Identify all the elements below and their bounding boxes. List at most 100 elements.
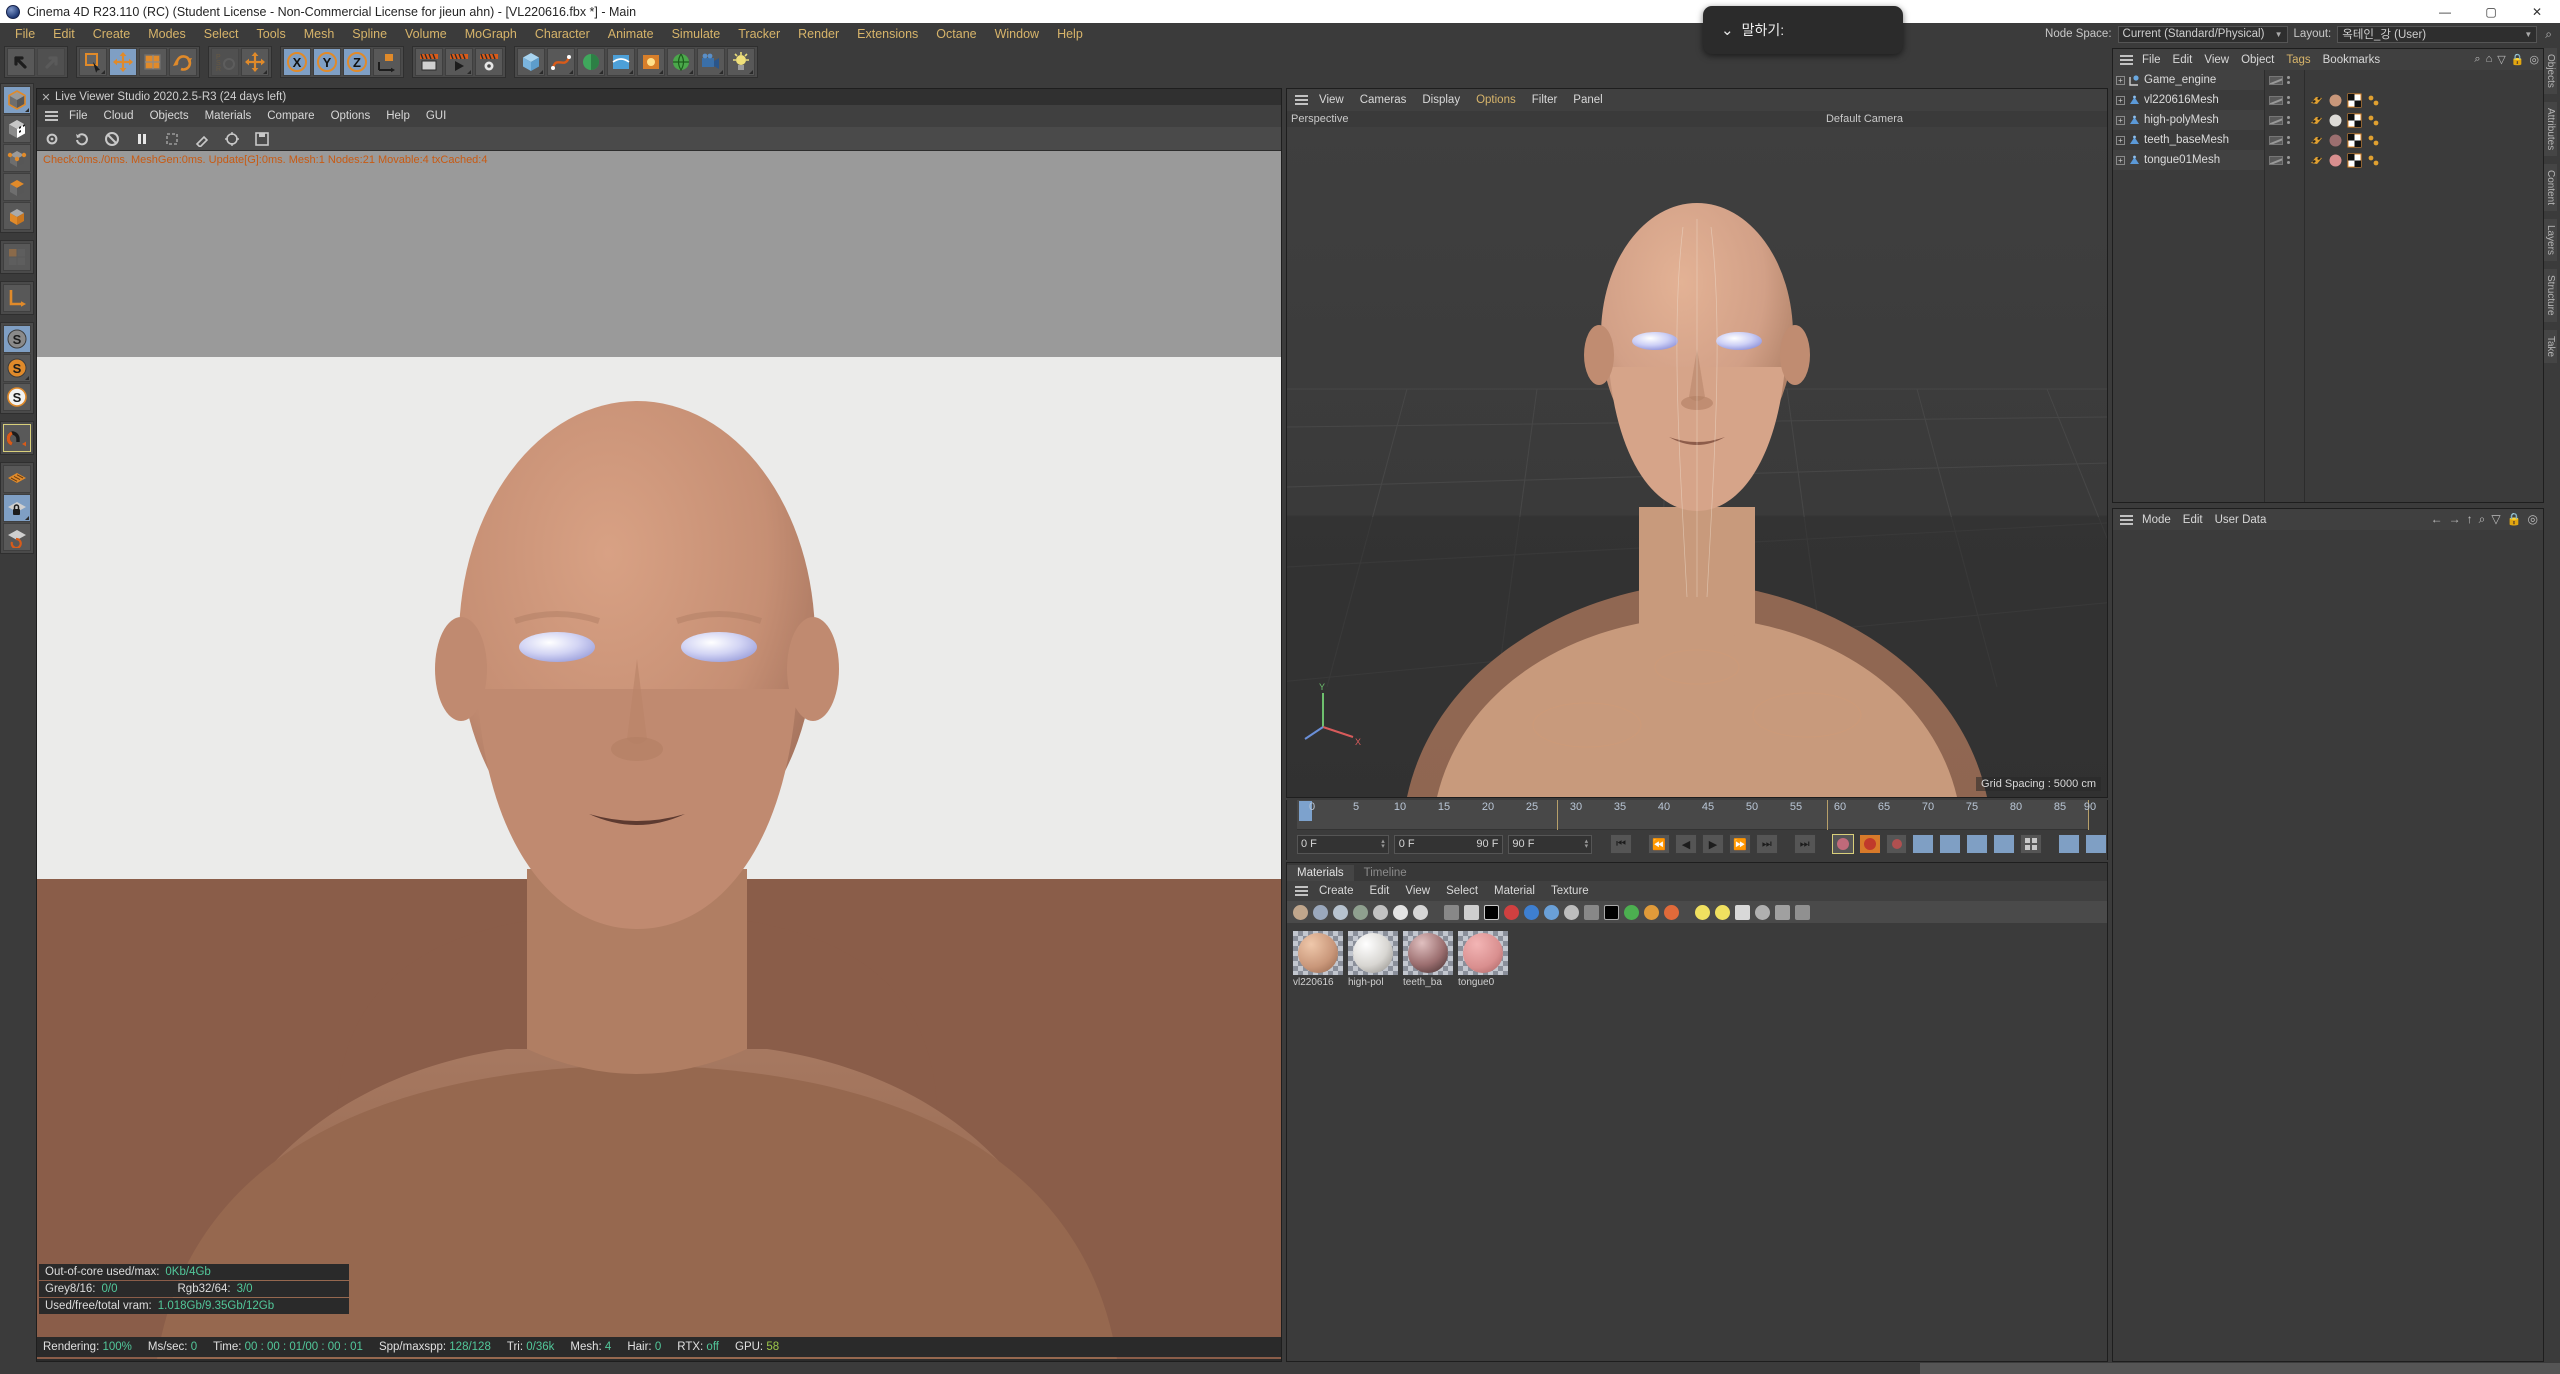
lock-icon[interactable]: 🔒 <box>2511 53 2525 66</box>
go-to-end-button[interactable]: ⏭ <box>1793 834 1816 854</box>
attributes-menu-user-data[interactable]: User Data <box>2209 512 2273 528</box>
hamburger-menu-icon[interactable] <box>41 108 61 124</box>
lock-y-axis-button[interactable]: Y <box>313 48 341 76</box>
workplane-rotate-button[interactable] <box>3 523 31 551</box>
key-param-button[interactable] <box>1966 834 1989 854</box>
object-row-teeth-basemesh[interactable]: + teeth_baseMesh <box>2113 130 2264 150</box>
target-icon[interactable]: ◎ <box>2529 53 2539 66</box>
add-deformer-button[interactable] <box>607 48 635 76</box>
lock-z-axis-button[interactable]: Z <box>343 48 371 76</box>
render-view-button[interactable] <box>415 48 443 76</box>
select-animation-button[interactable] <box>2058 834 2081 854</box>
redo-button[interactable] <box>37 48 65 76</box>
save-image-icon[interactable] <box>253 130 271 148</box>
menu-item-help[interactable]: Help <box>1048 25 1092 43</box>
rotate-tool-button[interactable] <box>169 48 197 76</box>
octane-portal-material-icon[interactable] <box>1373 904 1388 920</box>
expand-icon[interactable]: + <box>2116 115 2125 125</box>
layout-dropdown[interactable]: 옥테인_강 (User) ▼ <box>2337 25 2538 43</box>
menu-item-animate[interactable]: Animate <box>599 25 663 43</box>
record-keyframe-button[interactable] <box>1831 834 1854 854</box>
live-viewer-render-output[interactable] <box>37 169 1281 1359</box>
hamburger-menu-icon[interactable] <box>1291 883 1311 899</box>
menu-item-select[interactable]: Select <box>195 25 248 43</box>
texture-tag-icon[interactable] <box>2347 153 2362 168</box>
tag-row[interactable] <box>2305 90 2543 110</box>
om-menu-bookmarks[interactable]: Bookmarks <box>2317 52 2387 68</box>
tag-row[interactable] <box>2305 110 2543 130</box>
tab-materials[interactable]: Materials <box>1287 865 1354 881</box>
viewport-menu-cameras[interactable]: Cameras <box>1352 92 1415 108</box>
octane-toon-material-icon[interactable] <box>1393 904 1408 920</box>
speech-recognition-overlay[interactable]: ⌄ 말하기: <box>1703 6 1903 54</box>
right-tab-content[interactable]: Content <box>2544 164 2557 212</box>
uv-mode-button[interactable] <box>3 243 31 271</box>
key-pla-button[interactable] <box>1993 834 2016 854</box>
object-row-game-engine[interactable]: + Game_engine <box>2113 70 2264 90</box>
go-to-start-button[interactable]: ⏮ <box>1610 834 1633 854</box>
timeline-mode-button[interactable] <box>2085 834 2108 854</box>
texture-tag-icon[interactable] <box>2347 133 2362 148</box>
material-item[interactable]: high-pol <box>1348 931 1398 988</box>
chevron-down-icon[interactable]: ⌄ <box>1721 21 1734 39</box>
point-tag-icon[interactable] <box>2366 153 2381 168</box>
material-tag-icon[interactable] <box>2328 93 2343 108</box>
uv-tag-icon[interactable] <box>2309 93 2324 108</box>
add-camera-button[interactable] <box>697 48 725 76</box>
viewport-canvas[interactable]: X Y Grid Spacing : 5000 cm <box>1287 127 2107 797</box>
psr-button[interactable]: PSR <box>211 48 239 76</box>
materials-menu-edit[interactable]: Edit <box>1362 883 1398 899</box>
edge-mode-button[interactable] <box>3 173 31 201</box>
stop-render-icon[interactable] <box>103 130 121 148</box>
octane-daylight-icon[interactable] <box>1644 904 1659 920</box>
octane-metal-material-icon[interactable] <box>1413 904 1428 920</box>
settings-gear-icon[interactable] <box>43 130 61 148</box>
menu-item-window[interactable]: Window <box>986 25 1048 43</box>
maximize-button[interactable]: ▢ <box>2468 0 2514 23</box>
lv-menu-help[interactable]: Help <box>378 108 418 124</box>
model-mode-button[interactable] <box>3 86 31 114</box>
viewport-menu-filter[interactable]: Filter <box>1524 92 1566 108</box>
object-row-vl220616mesh[interactable]: + vl220616Mesh <box>2113 90 2264 110</box>
search-icon[interactable]: ⌕ <box>2543 27 2554 42</box>
add-scene-button[interactable] <box>637 48 665 76</box>
expand-icon[interactable]: + <box>2116 155 2125 165</box>
add-light-button[interactable] <box>727 48 755 76</box>
uv-tag-icon[interactable] <box>2309 133 2324 148</box>
search-icon[interactable]: ⌕ <box>2479 512 2486 527</box>
om-menu-file[interactable]: File <box>2136 52 2167 68</box>
hamburger-menu-icon[interactable] <box>2116 52 2136 68</box>
lv-menu-file[interactable]: File <box>61 108 96 124</box>
spinner-icon[interactable]: ▴ ▾ <box>1381 838 1385 850</box>
expand-icon[interactable]: + <box>2116 135 2125 145</box>
enable-axis-button[interactable]: S <box>3 325 31 353</box>
material-item[interactable]: tongue0 <box>1458 931 1508 988</box>
visibility-row[interactable] <box>2265 150 2304 170</box>
tag-row[interactable] <box>2305 130 2543 150</box>
menu-item-octane[interactable]: Octane <box>927 25 985 43</box>
snap-magnet-button[interactable] <box>3 424 31 452</box>
om-menu-view[interactable]: View <box>2198 52 2235 68</box>
right-tab-objects[interactable]: Objects <box>2544 48 2557 94</box>
viewport-menu-options[interactable]: Options <box>1468 92 1524 108</box>
add-cube-button[interactable] <box>517 48 545 76</box>
lv-menu-objects[interactable]: Objects <box>142 108 197 124</box>
menu-item-character[interactable]: Character <box>526 25 599 43</box>
menu-item-modes[interactable]: Modes <box>139 25 195 43</box>
render-settings-button[interactable] <box>475 48 503 76</box>
step-back-button[interactable]: ◀ <box>1675 834 1697 854</box>
octane-layer-icon[interactable] <box>1584 904 1599 920</box>
visibility-row[interactable] <box>2265 90 2304 110</box>
coordinate-system-button[interactable] <box>373 48 401 76</box>
octane-texture-icon[interactable] <box>1464 904 1479 920</box>
add-environment-button[interactable] <box>667 48 695 76</box>
octane-specular-material-icon[interactable] <box>1333 904 1348 920</box>
attributes-menu-mode[interactable]: Mode <box>2136 512 2177 528</box>
play-button[interactable]: ▶ <box>1701 834 1724 854</box>
material-thumbnail[interactable] <box>1458 931 1508 975</box>
home-icon[interactable]: ⌂ <box>2486 53 2493 66</box>
forward-arrow-icon[interactable]: → <box>2449 512 2461 527</box>
materials-menu-select[interactable]: Select <box>1438 883 1486 899</box>
lock-workplane-button[interactable] <box>3 494 31 522</box>
material-tag-icon[interactable] <box>2328 133 2343 148</box>
